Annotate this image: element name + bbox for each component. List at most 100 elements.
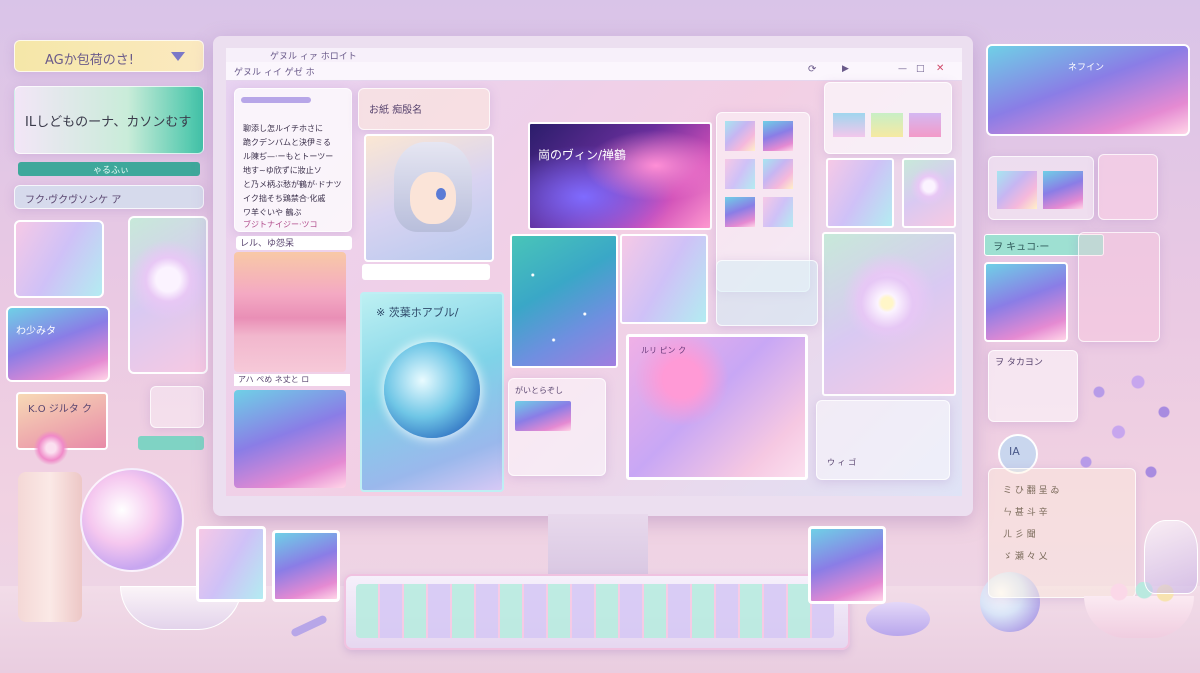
notes-line-4: と乃メ柄ぶ愁が鶴が·ドナツ bbox=[243, 180, 342, 189]
photo-caption: ルリ ピン ク bbox=[641, 346, 687, 355]
bottom-right-widget[interactable]: ウ ィ ゴ bbox=[816, 400, 950, 480]
flower-tile[interactable] bbox=[902, 158, 956, 228]
chevron-down-icon[interactable] bbox=[171, 52, 185, 61]
left-flower-vase-card[interactable] bbox=[128, 216, 208, 374]
swatch-2 bbox=[763, 121, 793, 151]
sunset-image[interactable] bbox=[234, 252, 346, 372]
color-bars-panel[interactable] bbox=[824, 82, 952, 154]
panel-header-text: お紙 痴殷名 bbox=[369, 105, 423, 116]
mini-widget-image bbox=[515, 401, 571, 431]
mouse[interactable] bbox=[866, 602, 930, 636]
right-button-1-label: ヲ キュコ·ー bbox=[993, 242, 1050, 253]
card-caption: がいとらぞし bbox=[515, 386, 563, 395]
notes-line-6: ワ羊ぐいや 鶴ぶ bbox=[243, 208, 302, 217]
desk-frame-1 bbox=[196, 526, 266, 602]
keyboard-keys[interactable] bbox=[356, 584, 834, 638]
pastel-card[interactable] bbox=[620, 234, 708, 324]
right-circle-label: IA bbox=[1009, 445, 1020, 458]
left-mini-widget[interactable] bbox=[150, 386, 204, 428]
side-label: フク·ヴクヴソンケ ア bbox=[25, 195, 122, 206]
anime-eye bbox=[436, 188, 446, 200]
right-icon-cluster[interactable] bbox=[1078, 232, 1160, 342]
anime-face bbox=[410, 172, 456, 224]
swatch-5 bbox=[725, 197, 755, 227]
small-label: ゃるふぃ bbox=[93, 166, 130, 176]
mini-widget-card[interactable]: がいとらぞし bbox=[508, 378, 606, 476]
right-holo-tile[interactable] bbox=[984, 262, 1068, 342]
monitor-screen: ゲヌル ィァ ホロイト ゲヌル ィイ ゲゼ ホ ⟳ ▶ — □ ✕ 聊添し怎ルイ… bbox=[226, 48, 962, 496]
right-card-label: ヲ タカヨン bbox=[995, 358, 1043, 368]
blue-holo-image[interactable] bbox=[234, 390, 346, 488]
right-side-strip[interactable] bbox=[1098, 154, 1158, 220]
card1-label: わ少みタ bbox=[16, 326, 56, 337]
close-icon[interactable]: ✕ bbox=[936, 63, 944, 74]
desk-frame-2 bbox=[272, 530, 340, 602]
screen-title: ゲヌル ィァ ホロイト bbox=[270, 52, 357, 62]
crystal-title: ※ 茨葉ホアブル/ bbox=[376, 306, 459, 319]
small-label-strip bbox=[362, 264, 490, 280]
panel-header: お紙 痴殷名 bbox=[358, 88, 490, 130]
screen-toolbar: ゲヌル ィイ ゲゼ ホ ⟳ ▶ — □ ✕ bbox=[226, 62, 962, 81]
refresh-icon[interactable]: ⟳ bbox=[808, 64, 816, 75]
notes-line-0: 聊添し怎ルイチホさに bbox=[243, 124, 323, 133]
notes-line-2: ル陳ぢ—·ーもとトーツー bbox=[243, 152, 334, 161]
note-line-0: ミ ひ 翻 呈 ゐ bbox=[1003, 486, 1060, 496]
galaxy-panel[interactable]: 崗のヷィン/禅鶴 bbox=[528, 122, 712, 230]
text-notes-panel[interactable]: 聊添し怎ルイチホさに 跪クデンバムと決伊ミる ル陳ぢ—·ーもとトーツー 地す~ゆ… bbox=[234, 88, 352, 232]
keyboard[interactable] bbox=[344, 574, 850, 650]
notes-line-1: 跪クデンバムと決伊ミる bbox=[243, 138, 331, 147]
card2-label: K.O ジルタ ク bbox=[28, 404, 92, 415]
big-flower-panel[interactable] bbox=[822, 232, 956, 396]
crystal-panel[interactable]: ※ 茨葉ホアブル/ bbox=[360, 292, 504, 492]
caption-row: アハ ぺめ ネ丈と ロ bbox=[234, 374, 350, 386]
small-label-bar: ゃるふぃ bbox=[18, 162, 200, 176]
pink-flower bbox=[34, 430, 68, 466]
notes-header-bar bbox=[241, 97, 311, 103]
color-bar-3 bbox=[909, 113, 941, 137]
anime-portrait-card[interactable] bbox=[364, 134, 494, 262]
banner-text: ILしどものーナ、カソンむす bbox=[25, 115, 192, 130]
color-bar-2 bbox=[871, 113, 903, 137]
dropdown-label: AGか包荷のさ! bbox=[45, 53, 134, 68]
dashboard-widget[interactable] bbox=[716, 260, 818, 326]
teal-sparkle-panel[interactable] bbox=[510, 234, 618, 368]
side-label-panel[interactable]: フク·ヴクヴソンケ ア bbox=[14, 185, 204, 209]
glitter-globe bbox=[80, 468, 184, 572]
notes-line-3: 地す~ゆ欣ずに妝止ソ bbox=[243, 166, 322, 175]
minimize-icon[interactable]: — bbox=[898, 64, 907, 74]
desk-frame-3 bbox=[808, 526, 886, 604]
right-thumb-2 bbox=[1043, 171, 1083, 209]
dropdown-panel[interactable]: AGか包荷のさ! bbox=[14, 40, 204, 72]
pink-tile[interactable] bbox=[826, 158, 894, 228]
swatch-4 bbox=[763, 159, 793, 189]
screen-title-bar: ゲヌル ィァ ホロイト bbox=[226, 48, 962, 62]
note-line-3: ゞ 瀬 々 乂 bbox=[1003, 552, 1048, 562]
caption-small: レル、ゆ怨呆 bbox=[236, 236, 352, 250]
play-icon[interactable]: ▶ bbox=[842, 64, 849, 74]
banner-panel: ILしどものーナ、カソンむす bbox=[14, 86, 204, 154]
notes-line-7: ブジトナイジー·ツコ bbox=[243, 220, 318, 229]
swatch-6 bbox=[763, 197, 793, 227]
notes-line-5: イク拙そち鶏禁合·化戚 bbox=[243, 194, 326, 203]
right-top-banner[interactable]: ネフイン bbox=[986, 44, 1190, 136]
left-mini-bar bbox=[138, 436, 204, 450]
right-thumb-1 bbox=[997, 171, 1037, 209]
note-line-2: ㄦ 彡 聞 bbox=[1003, 530, 1036, 540]
color-bar-1 bbox=[833, 113, 865, 137]
maximize-icon[interactable]: □ bbox=[916, 64, 925, 74]
swatch-3 bbox=[725, 159, 755, 189]
left-image-card-2[interactable]: わ少みタ bbox=[6, 306, 110, 382]
right-card-row[interactable] bbox=[988, 156, 1094, 220]
monitor-stand bbox=[548, 514, 648, 580]
glitter-photo-panel[interactable]: ルリ ピン ク bbox=[626, 334, 808, 480]
left-image-card-1[interactable] bbox=[14, 220, 104, 298]
crystal-orb bbox=[384, 342, 480, 438]
galaxy-title: 崗のヷィン/禅鶴 bbox=[538, 148, 627, 162]
note-line-1: ㄣ 甚 斗 辛 bbox=[1003, 508, 1048, 518]
toolbar-left-label: ゲヌル ィイ ゲゼ ホ bbox=[234, 68, 315, 78]
glass-vase bbox=[1144, 520, 1198, 594]
footer-label: ウ ィ ゴ bbox=[827, 458, 857, 467]
swatch-1 bbox=[725, 121, 755, 151]
flower-bloom bbox=[854, 270, 920, 336]
right-top-label: ネフイン bbox=[1068, 63, 1105, 73]
